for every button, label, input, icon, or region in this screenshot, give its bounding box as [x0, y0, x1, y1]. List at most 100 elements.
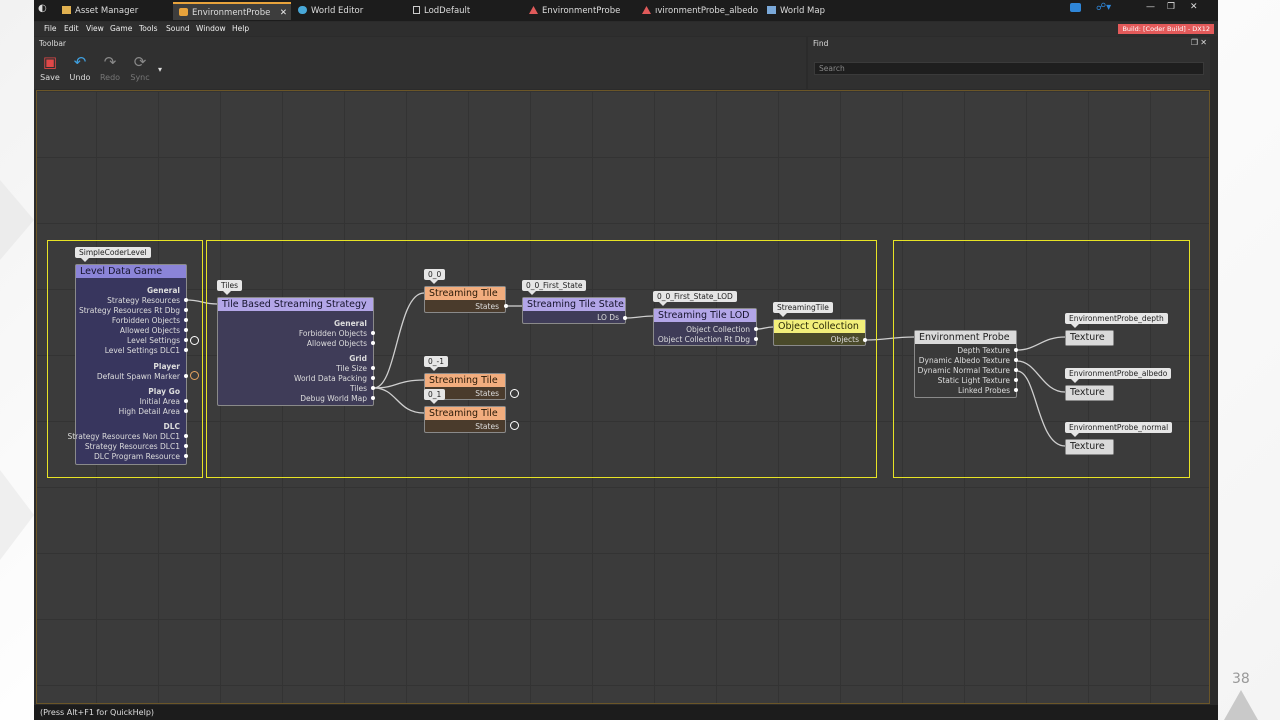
tab-lod-default[interactable]: LodDefault: [407, 2, 521, 20]
menu-file[interactable]: File: [44, 23, 57, 35]
redo-button[interactable]: ↷ Redo: [97, 55, 123, 83]
output-pin[interactable]: [1014, 368, 1018, 372]
field-dynamic-normal-texture: Dynamic Normal Texture: [917, 366, 1010, 375]
node-title: Texture: [1066, 331, 1113, 345]
menu-view[interactable]: View: [86, 23, 104, 35]
search-input[interactable]: Search: [814, 62, 1204, 75]
output-pin[interactable]: [371, 386, 375, 390]
menu-sound[interactable]: Sound: [166, 23, 190, 35]
node-environment-probe[interactable]: Environment Probe Depth Texture Dynamic …: [914, 330, 1017, 398]
tab-environment-probe-2[interactable]: EnvironmentProbe: [523, 2, 635, 20]
output-pin[interactable]: [184, 328, 188, 332]
save-button[interactable]: ▣ Save: [37, 55, 63, 83]
chat-icon[interactable]: [1070, 3, 1081, 12]
node-streaming-tile-0-1[interactable]: Streaming Tile States: [424, 406, 506, 433]
empty-output-socket[interactable]: [510, 421, 519, 430]
panel-close-icon[interactable]: ✕: [1200, 38, 1207, 47]
output-pin[interactable]: [184, 338, 188, 342]
menu-window[interactable]: Window: [196, 23, 226, 35]
sync-button[interactable]: ⟳ Sync: [127, 55, 153, 83]
document-icon: [413, 6, 420, 14]
node-tag-0-0: 0_0: [424, 269, 446, 284]
output-pin[interactable]: [184, 409, 188, 413]
field-tiles: Tiles: [349, 384, 367, 393]
node-title: Streaming Tile State: [523, 298, 625, 311]
output-pin[interactable]: [184, 308, 188, 312]
tab-world-editor[interactable]: World Editor: [292, 2, 406, 20]
tab-environment-probe[interactable]: EnvironmentProbe ✕: [173, 2, 291, 20]
menu-game[interactable]: Game: [110, 23, 132, 35]
output-pin[interactable]: [184, 454, 188, 458]
field-dlc-program-resource: DLC Program Resource: [94, 452, 180, 461]
output-pin[interactable]: [504, 304, 508, 308]
output-pin[interactable]: [1014, 358, 1018, 362]
undo-button[interactable]: ↶ Undo: [67, 53, 93, 83]
output-pin[interactable]: [623, 316, 627, 320]
output-pin[interactable]: [754, 327, 758, 331]
output-pin[interactable]: [1014, 388, 1018, 392]
output-pin[interactable]: [1014, 378, 1018, 382]
tab-environment-probe-albedo[interactable]: ıvironmentProbe_albedo: [636, 2, 760, 20]
output-pin[interactable]: [184, 298, 188, 302]
node-tag-0-1: 0_1: [424, 389, 446, 404]
output-pin[interactable]: [184, 434, 188, 438]
output-pin[interactable]: [371, 366, 375, 370]
section-grid: Grid: [349, 354, 367, 363]
field-allowed-objects: Allowed Objects: [306, 339, 367, 348]
minimize-icon[interactable]: —: [1146, 2, 1155, 12]
field-object-collection: Object Collection: [686, 325, 750, 334]
node-tag-first-state: 0_0_First_State: [522, 280, 587, 295]
close-window-icon[interactable]: ✕: [1190, 2, 1198, 12]
graph-canvas[interactable]: SimpleCoderLevel Level Data Game General…: [36, 90, 1210, 704]
field-strategy-resources-non-dlc1: Strategy Resources Non DLC1: [67, 432, 180, 441]
field-debug-world-map: Debug World Map: [300, 394, 367, 403]
menu-help[interactable]: Help: [232, 23, 249, 35]
output-pin[interactable]: [184, 374, 188, 378]
page-number: 38: [1232, 671, 1250, 687]
node-level-data-game[interactable]: Level Data Game General Strategy Resourc…: [67, 264, 187, 465]
menu-edit[interactable]: Edit: [64, 23, 79, 35]
output-pin[interactable]: [1014, 348, 1018, 352]
output-pin[interactable]: [371, 396, 375, 400]
field-level-settings-dlc1: Level Settings DLC1: [104, 346, 180, 355]
node-texture-albedo[interactable]: Texture: [1065, 385, 1114, 401]
node-tile-based-streaming-strategy[interactable]: Tile Based Streaming Strategy General Fo…: [217, 297, 374, 406]
close-icon[interactable]: ✕: [280, 4, 287, 20]
section-dlc: DLC: [163, 422, 180, 431]
output-pin[interactable]: [184, 318, 188, 322]
output-pin[interactable]: [184, 444, 188, 448]
output-pin[interactable]: [371, 341, 375, 345]
node-title: Tile Based Streaming Strategy: [218, 298, 373, 311]
restore-icon[interactable]: ❐: [1167, 2, 1175, 12]
globe-icon: [298, 6, 307, 14]
output-pin[interactable]: [184, 348, 188, 352]
output-pin[interactable]: [863, 338, 867, 342]
output-pin[interactable]: [754, 337, 758, 341]
tab-asset-manager[interactable]: Asset Manager: [56, 2, 170, 20]
node-object-collection[interactable]: Object Collection Objects: [773, 319, 866, 346]
output-pin[interactable]: [184, 399, 188, 403]
output-pin[interactable]: [371, 331, 375, 335]
undo-icon: ↶: [73, 53, 87, 71]
node-title: Texture: [1066, 440, 1113, 454]
tab-world-map[interactable]: World Map: [761, 2, 875, 20]
section-play-go: Play Go: [148, 387, 180, 396]
node-texture-normal[interactable]: Texture: [1065, 439, 1114, 455]
node-streaming-tile-0-0[interactable]: Streaming Tile States: [424, 286, 506, 313]
node-tag-streaming-tile: StreamingTile: [773, 302, 833, 317]
panel-float-icon[interactable]: ❐: [1191, 38, 1198, 47]
field-states: States: [475, 422, 499, 431]
empty-output-socket[interactable]: [190, 336, 199, 345]
share-icon[interactable]: ☍▾: [1096, 2, 1111, 13]
empty-output-socket[interactable]: [190, 371, 199, 380]
field-objects: Objects: [830, 335, 859, 344]
node-texture-depth[interactable]: Texture: [1065, 330, 1114, 346]
slide-decoration: [1224, 690, 1258, 720]
toolbar-dropdown-icon[interactable]: ▾: [158, 65, 162, 74]
node-streaming-tile-state[interactable]: Streaming Tile State LO Ds: [522, 297, 626, 324]
menu-tools[interactable]: Tools: [139, 23, 157, 35]
node-streaming-tile-lod[interactable]: Streaming Tile LOD Object Collection Obj…: [653, 308, 757, 346]
field-high-detail-area: High Detail Area: [118, 407, 180, 416]
empty-output-socket[interactable]: [510, 389, 519, 398]
output-pin[interactable]: [371, 376, 375, 380]
